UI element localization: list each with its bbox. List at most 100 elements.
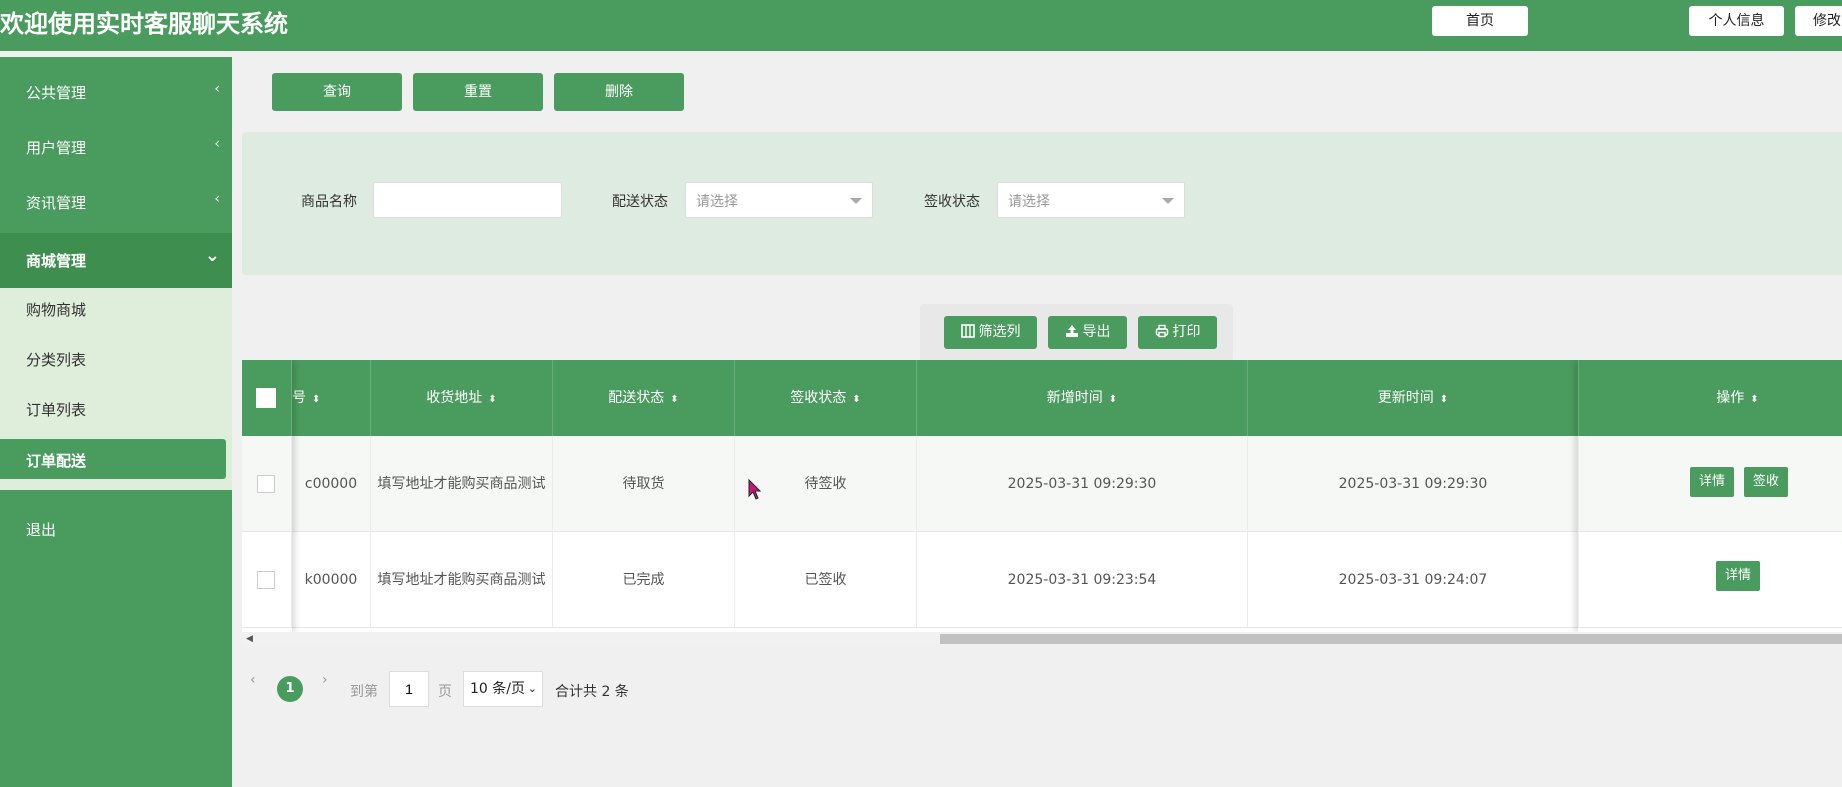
delivery-table: 号 ⬍ 收货地址 ⬍ 配送状态 ⬍ 签收状态 ⬍ 新增时间 ⬍ 更新时间 ⬍ 操作 ⬍ c00… [242,360,1842,632]
scrollbar-thumb[interactable] [940,634,1842,644]
sidebar-item-mall[interactable]: 商城管理 ⌄ [0,233,232,288]
columns-icon [960,324,975,338]
horizontal-scrollbar[interactable]: ◀ [242,632,1842,646]
home-button[interactable]: 首页 [1432,6,1528,36]
select-all-checkbox[interactable] [256,388,276,408]
sidebar-item-news[interactable]: 资讯管理 ‹ [0,175,232,230]
sidebar-subitem-orders[interactable]: 订单列表 [0,388,232,428]
goto-label: 到第 [350,684,378,700]
delivery-status-label: 配送状态 [612,194,668,210]
next-page-icon[interactable]: › [322,672,328,688]
table-row: k00000 填写地址才能购买商品测试 已完成 已签收 2025-03-31 0… [242,532,1842,628]
order-no-cell: c00000 [292,436,371,532]
detail-button[interactable]: 详情 [1716,561,1760,591]
sign-status-cell: 已签收 [735,532,917,628]
created-time-cell: 2025-03-31 09:29:30 [917,436,1248,532]
delivery-status-cell: 待取货 [553,436,735,532]
table-row: c00000 填写地址才能购买商品测试 待取货 待签收 2025-03-31 0… [242,436,1842,532]
app-title: 欢迎使用实时客服聊天系统 [0,10,288,38]
col-header-created[interactable]: 新增时间 ⬍ [917,360,1248,436]
sidebar-item-logout[interactable]: 退出 [0,502,232,557]
sidebar-item-label: 商城管理 [26,252,87,270]
detail-button[interactable]: 详情 [1690,467,1734,497]
delivery-status-cell: 已完成 [553,532,735,628]
filter-columns-label: 筛选列 [978,324,1021,340]
chevron-down-icon: ⌄ [204,245,220,266]
sidebar-subitem-label: 订单列表 [26,401,87,419]
sort-icon: ⬍ [1108,394,1118,405]
goto-page-input[interactable] [389,671,429,707]
print-icon [1155,324,1168,338]
export-button[interactable]: 导出 [1048,316,1127,349]
col-header-no[interactable]: 号 ⬍ [292,360,371,436]
created-time-cell: 2025-03-31 09:23:54 [917,532,1248,628]
sign-button[interactable]: 签收 [1744,467,1788,497]
table-header: 号 ⬍ 收货地址 ⬍ 配送状态 ⬍ 签收状态 ⬍ 新增时间 ⬍ 更新时间 ⬍ 操作 ⬍ [242,360,1842,436]
col-header-address[interactable]: 收货地址 ⬍ [371,360,553,436]
address-cell: 填写地址才能购买商品测试 [371,532,553,628]
mall-submenu: 购物商城 分类列表 订单列表 订单配送 [0,288,232,490]
updated-time-cell: 2025-03-31 09:24:07 [1248,532,1579,628]
prev-page-icon[interactable]: ‹ [250,672,256,688]
caret-down-icon [1162,198,1174,204]
sidebar-item-label: 公共管理 [26,84,87,102]
export-icon [1065,325,1078,337]
col-header-actions[interactable]: 操作 ⬍ [1579,360,1842,436]
select-placeholder: 请选择 [696,194,738,210]
select-placeholder: 请选择 [1008,194,1050,210]
sidebar-item-label: 用户管理 [26,139,87,157]
select-all-cell [242,360,292,436]
reset-button[interactable]: 重置 [413,73,543,111]
chevron-left-icon: ‹ [214,136,220,152]
col-header-sign[interactable]: 签收状态 ⬍ [735,360,917,436]
sort-icon: ⬍ [312,394,321,405]
scroll-left-icon[interactable]: ◀ [246,632,253,646]
chevron-left-icon: ‹ [214,191,220,207]
filter-columns-button[interactable]: 筛选列 [944,316,1037,349]
top-header: 欢迎使用实时客服聊天系统 首页 个人信息 修改 [0,0,1842,51]
sign-status-label: 签收状态 [924,194,980,210]
change-password-button[interactable]: 修改 [1795,6,1842,36]
sidebar-subitem-shop[interactable]: 购物商城 [0,288,232,328]
sort-icon: ⬍ [1439,394,1449,405]
row-checkbox[interactable] [257,475,275,493]
query-button[interactable]: 查询 [272,73,402,111]
caret-down-icon [850,198,862,204]
chevron-down-icon: ⌄ [527,682,537,695]
sign-status-cell: 待签收 [735,436,917,532]
actions-cell: 详情 签收 [1579,436,1842,532]
page-number-current[interactable]: 1 [277,676,303,702]
delete-button[interactable]: 删除 [554,73,684,111]
profile-button[interactable]: 个人信息 [1689,6,1784,36]
row-checkbox-cell [242,532,292,628]
sidebar-subitem-label: 分类列表 [26,351,87,369]
delivery-status-select[interactable]: 请选择 [685,182,873,218]
row-checkbox-cell [242,436,292,532]
sidebar-subitem-categories[interactable]: 分类列表 [0,338,232,378]
col-header-updated[interactable]: 更新时间 ⬍ [1248,360,1579,436]
product-name-input[interactable] [373,182,562,218]
sign-status-select[interactable]: 请选择 [997,182,1185,218]
sort-icon: ⬍ [670,394,679,405]
sidebar-subitem-label: 订单配送 [26,452,87,470]
sidebar-item-label: 退出 [26,521,57,539]
print-label: 打印 [1172,324,1201,340]
chevron-left-icon: ‹ [214,81,220,97]
sidebar-item-public[interactable]: 公共管理 ‹ [0,65,232,120]
export-label: 导出 [1082,324,1111,340]
mouse-cursor-icon [748,479,762,500]
address-cell: 填写地址才能购买商品测试 [371,436,553,532]
sort-icon: ⬍ [852,394,861,405]
sidebar-subitem-delivery[interactable]: 订单配送 [0,439,226,479]
sidebar-item-label: 资讯管理 [26,194,87,212]
actions-cell: 详情 [1579,532,1842,628]
print-button[interactable]: 打印 [1138,316,1217,349]
sort-icon: ⬍ [488,394,497,405]
sidebar-subitem-label: 购物商城 [26,301,87,319]
row-checkbox[interactable] [257,571,275,589]
page-size-select[interactable]: 10 条/页 ⌄ [463,671,543,707]
page-unit-label: 页 [438,684,452,700]
sidebar-item-users[interactable]: 用户管理 ‹ [0,120,232,175]
col-header-delivery[interactable]: 配送状态 ⬍ [553,360,735,436]
order-no-cell: k00000 [292,532,371,628]
